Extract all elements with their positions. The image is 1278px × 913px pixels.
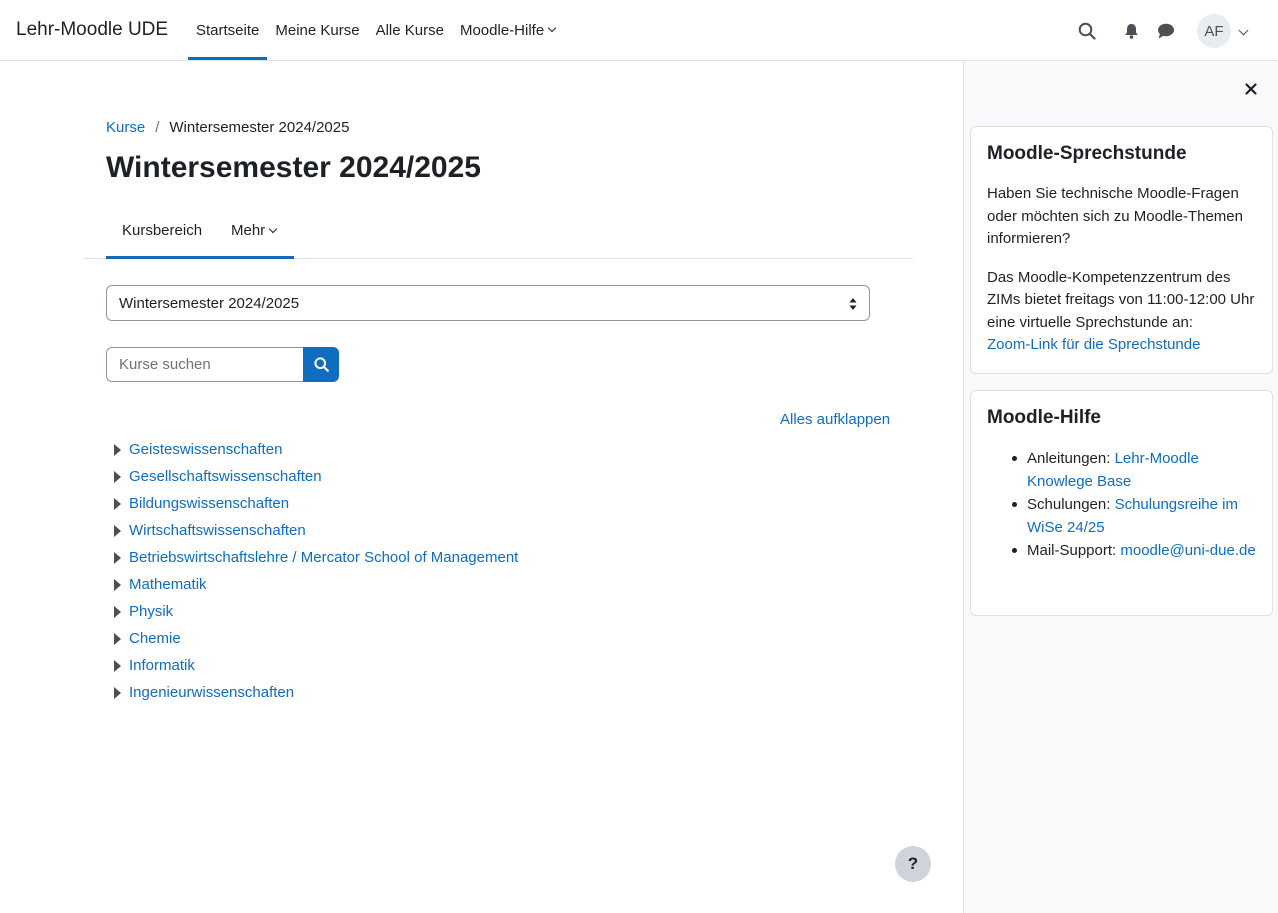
caret-right-icon[interactable] bbox=[114, 686, 121, 699]
block-moodle-hilfe: Moodle-Hilfe Anleitungen: Lehr-Moodle Kn… bbox=[970, 390, 1273, 616]
category-link[interactable]: Geisteswissenschaften bbox=[129, 441, 282, 458]
list-item[interactable]: Gesellschaftswissenschaften bbox=[114, 463, 518, 490]
caret-right-icon[interactable] bbox=[114, 470, 121, 483]
select-arrows-icon bbox=[849, 298, 857, 310]
list-item-label: Anleitungen: bbox=[1027, 450, 1115, 467]
list-item[interactable]: Mathematik bbox=[114, 571, 518, 598]
site-brand[interactable]: Lehr-Moodle UDE bbox=[16, 19, 168, 41]
caret-right-icon[interactable] bbox=[114, 578, 121, 591]
category-select-value: Wintersemester 2024/2025 bbox=[119, 294, 300, 312]
course-search bbox=[106, 347, 339, 382]
list-item: Schulungen: Schulungsreihe im WiSe 24/25 bbox=[1012, 493, 1256, 539]
primary-navigation: Startseite Meine Kurse Alle Kurse Moodle… bbox=[188, 0, 563, 60]
tab-label: Mehr bbox=[231, 222, 266, 239]
list-item[interactable]: Chemie bbox=[114, 625, 518, 652]
caret-right-icon[interactable] bbox=[114, 659, 121, 672]
tab-label: Kursbereich bbox=[122, 222, 203, 239]
search-icon[interactable] bbox=[1078, 22, 1096, 40]
list-item[interactable]: Informatik bbox=[114, 652, 518, 679]
page-title: Wintersemester 2024/2025 bbox=[106, 151, 481, 184]
chevron-down-icon bbox=[547, 23, 557, 33]
nav-item-meine-kurse[interactable]: Meine Kurse bbox=[267, 0, 367, 60]
category-link[interactable]: Physik bbox=[129, 603, 173, 620]
top-navbar: Lehr-Moodle UDE Startseite Meine Kurse A… bbox=[0, 0, 1278, 61]
category-link[interactable]: Mathematik bbox=[129, 576, 207, 593]
list-item-label: Schulungen: bbox=[1027, 496, 1115, 513]
nav-item-label: Startseite bbox=[196, 21, 260, 39]
help-list: Anleitungen: Lehr-Moodle Knowlege Base S… bbox=[987, 447, 1256, 562]
secondary-navigation: Kursbereich Mehr bbox=[83, 202, 913, 259]
chat-icon[interactable] bbox=[1157, 23, 1175, 39]
expand-all-link[interactable]: Alles aufklappen bbox=[780, 411, 890, 428]
avatar-initials: AF bbox=[1204, 22, 1224, 40]
avatar[interactable]: AF bbox=[1197, 14, 1231, 48]
course-search-button[interactable] bbox=[303, 347, 339, 382]
block-title: Moodle-Sprechstunde bbox=[987, 143, 1187, 164]
help-button[interactable]: ? bbox=[895, 846, 931, 882]
help-icon: ? bbox=[907, 854, 919, 873]
category-link[interactable]: Informatik bbox=[129, 657, 195, 674]
list-item[interactable]: Betriebswirtschaftslehre / Mercator Scho… bbox=[114, 544, 518, 571]
active-tab-indicator bbox=[106, 256, 294, 259]
nav-item-startseite[interactable]: Startseite bbox=[188, 0, 268, 60]
breadcrumb: Kurse / Wintersemester 2024/2025 bbox=[106, 119, 349, 136]
list-item[interactable]: Bildungswissenschaften bbox=[114, 490, 518, 517]
breadcrumb-separator: / bbox=[155, 119, 160, 136]
block-moodle-sprechstunde: Moodle-Sprechstunde Haben Sie technische… bbox=[970, 126, 1273, 374]
caret-right-icon[interactable] bbox=[114, 497, 121, 510]
nav-item-moodle-hilfe[interactable]: Moodle-Hilfe bbox=[452, 0, 563, 60]
bell-icon[interactable] bbox=[1124, 23, 1139, 39]
mail-support-link[interactable]: moodle@uni-due.de bbox=[1120, 542, 1255, 559]
list-item: Mail-Support: moodle@uni-due.de bbox=[1012, 539, 1256, 562]
caret-right-icon[interactable] bbox=[114, 605, 121, 618]
block-text-content: Das Moodle-Kompetenzzentrum des ZIMs bie… bbox=[987, 268, 1255, 331]
search-icon bbox=[313, 357, 329, 372]
category-link[interactable]: Betriebswirtschaftslehre / Mercator Scho… bbox=[129, 549, 518, 566]
block-drawer: Moodle-Sprechstunde Haben Sie technische… bbox=[963, 61, 1278, 913]
tab-mehr[interactable]: Mehr bbox=[231, 202, 278, 259]
list-item[interactable]: Ingenieurwissenschaften bbox=[114, 679, 518, 706]
caret-right-icon[interactable] bbox=[114, 632, 121, 645]
nav-item-label: Alle Kurse bbox=[375, 21, 444, 39]
list-item[interactable]: Physik bbox=[114, 598, 518, 625]
block-text: Haben Sie technische Moodle-Fragen oder … bbox=[987, 185, 1243, 247]
breadcrumb-link-kurse[interactable]: Kurse bbox=[106, 119, 145, 136]
category-link[interactable]: Wirtschaftswissenschaften bbox=[129, 522, 306, 539]
list-item: Anleitungen: Lehr-Moodle Knowlege Base bbox=[1012, 447, 1256, 493]
nav-item-label: Meine Kurse bbox=[275, 21, 360, 39]
list-item-label: Mail-Support: bbox=[1027, 542, 1121, 559]
course-search-input[interactable] bbox=[106, 347, 304, 382]
list-item[interactable]: Geisteswissenschaften bbox=[114, 436, 518, 463]
block-text: Das Moodle-Kompetenzzentrum des ZIMs bie… bbox=[987, 267, 1256, 357]
block-title: Moodle-Hilfe bbox=[987, 407, 1101, 428]
zoom-link[interactable]: Zoom-Link für die Sprechstunde bbox=[987, 336, 1200, 353]
caret-right-icon[interactable] bbox=[114, 524, 121, 537]
list-item[interactable]: Wirtschaftswissenschaften bbox=[114, 517, 518, 544]
caret-right-icon[interactable] bbox=[114, 443, 121, 456]
breadcrumb-current: Wintersemester 2024/2025 bbox=[169, 119, 350, 136]
category-link[interactable]: Bildungswissenschaften bbox=[129, 495, 289, 512]
nav-item-label: Moodle-Hilfe bbox=[459, 21, 545, 39]
category-list: Geisteswissenschaften Gesellschaftswisse… bbox=[114, 436, 518, 706]
caret-right-icon[interactable] bbox=[114, 551, 121, 564]
category-link[interactable]: Gesellschaftswissenschaften bbox=[129, 468, 322, 485]
nav-item-alle-kurse[interactable]: Alle Kurse bbox=[368, 0, 452, 60]
tab-kursbereich[interactable]: Kursbereich bbox=[122, 202, 202, 259]
category-select[interactable]: Wintersemester 2024/2025 bbox=[106, 285, 870, 321]
chevron-down-icon bbox=[268, 224, 278, 233]
chevron-down-icon[interactable] bbox=[1238, 25, 1249, 36]
category-link[interactable]: Ingenieurwissenschaften bbox=[129, 684, 294, 701]
main-content: Kurse / Wintersemester 2024/2025 Winters… bbox=[0, 61, 963, 913]
close-icon[interactable] bbox=[1243, 81, 1259, 97]
category-link[interactable]: Chemie bbox=[129, 630, 181, 647]
